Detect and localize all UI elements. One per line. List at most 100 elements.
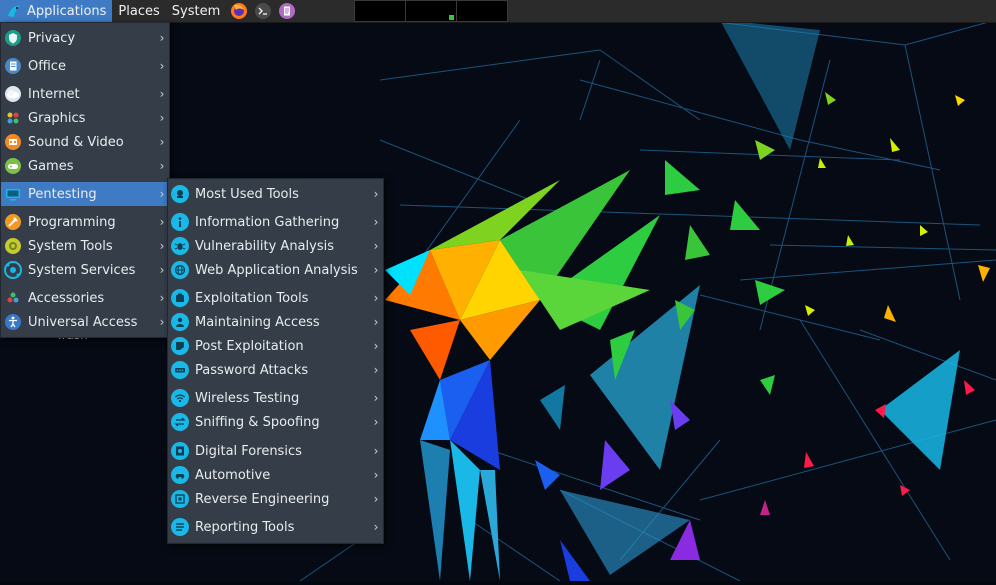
pentesting-icon (4, 185, 22, 203)
chevron-right-icon: › (373, 263, 379, 277)
workspace-1[interactable] (354, 0, 406, 22)
chevron-right-icon: › (159, 111, 165, 125)
submenu-item-label: Reverse Engineering (195, 491, 330, 507)
submenu-item-exploitation-tools[interactable]: Exploitation Tools › (168, 286, 383, 310)
chevron-right-icon: › (159, 59, 165, 73)
universal-access-icon (4, 313, 22, 331)
pentesting-submenu: Most Used Tools › Information Gathering … (167, 178, 384, 544)
chevron-right-icon: › (373, 215, 379, 229)
submenu-item-automotive[interactable]: Automotive › (168, 463, 383, 487)
menu-item-internet[interactable]: Internet › (1, 82, 169, 106)
chevron-right-icon: › (373, 339, 379, 353)
menu-item-sound-video[interactable]: Sound & Video › (1, 130, 169, 154)
submenu-item-label: Maintaining Access (195, 314, 320, 330)
chevron-right-icon: › (373, 468, 379, 482)
submenu-item-vulnerability-analysis[interactable]: Vulnerability Analysis › (168, 234, 383, 258)
applications-menu[interactable]: Applications (0, 0, 113, 22)
menu-item-programming[interactable]: Programming › (1, 210, 169, 234)
menu-item-label: System Services (28, 262, 136, 278)
menu-item-label: System Tools (28, 238, 113, 254)
places-menu[interactable]: Places (112, 0, 165, 22)
submenu-item-label: Vulnerability Analysis (195, 238, 334, 254)
submenu-item-label: Most Used Tools (195, 186, 299, 202)
submenu-item-information-gathering[interactable]: Information Gathering › (168, 210, 383, 234)
chevron-right-icon: › (373, 492, 379, 506)
sound-video-icon (4, 133, 22, 151)
submenu-item-label: Exploitation Tools (195, 290, 309, 306)
maintaining-access-icon (171, 313, 189, 331)
wireless-testing-icon (171, 389, 189, 407)
text-editor-icon (279, 3, 296, 19)
chevron-right-icon: › (159, 159, 165, 173)
graphics-icon (4, 109, 22, 127)
menu-item-system-tools[interactable]: System Tools › (1, 234, 169, 258)
parrot-logo-icon (8, 5, 20, 17)
firefox-launcher[interactable] (228, 0, 250, 22)
most-used-tools-icon (171, 185, 189, 203)
workspace-2[interactable] (405, 0, 457, 22)
submenu-item-reverse-engineering[interactable]: Reverse Engineering › (168, 487, 383, 511)
chevron-right-icon: › (373, 415, 379, 429)
submenu-item-password-attacks[interactable]: Password Attacks › (168, 358, 383, 382)
reporting-tools-icon (171, 518, 189, 536)
chevron-right-icon: › (373, 520, 379, 534)
internet-icon (4, 85, 22, 103)
menu-item-graphics[interactable]: Graphics › (1, 106, 169, 130)
system-tools-icon (4, 237, 22, 255)
submenu-item-most-used-tools[interactable]: Most Used Tools › (168, 182, 383, 206)
programming-icon (4, 213, 22, 231)
menu-item-pentesting[interactable]: Pentesting › (1, 182, 169, 206)
firefox-icon (231, 3, 248, 19)
submenu-item-wireless-testing[interactable]: Wireless Testing › (168, 386, 383, 410)
menu-item-privacy[interactable]: Privacy › (1, 26, 169, 50)
submenu-item-label: Web Application Analysis (195, 262, 358, 278)
menu-item-label: Privacy (28, 30, 76, 46)
chevron-right-icon: › (373, 187, 379, 201)
submenu-item-label: Wireless Testing (195, 390, 300, 406)
menu-item-label: Accessories (28, 290, 105, 306)
submenu-item-maintaining-access[interactable]: Maintaining Access › (168, 310, 383, 334)
chevron-right-icon: › (373, 444, 379, 458)
chevron-right-icon: › (373, 291, 379, 305)
submenu-item-sniffing-spoofing[interactable]: Sniffing & Spoofing › (168, 410, 383, 434)
games-icon (4, 157, 22, 175)
system-menu[interactable]: System (166, 0, 226, 22)
menu-item-system-services[interactable]: System Services › (1, 258, 169, 282)
post-exploitation-icon (171, 337, 189, 355)
menu-item-games[interactable]: Games › (1, 154, 169, 178)
menu-item-label: Internet (28, 86, 80, 102)
menu-item-universal-access[interactable]: Universal Access › (1, 310, 169, 334)
password-attacks-icon (171, 361, 189, 379)
chevron-right-icon: › (159, 31, 165, 45)
terminal-launcher[interactable] (252, 0, 274, 22)
vulnerability-analysis-icon (171, 237, 189, 255)
chevron-right-icon: › (159, 87, 165, 101)
chevron-right-icon: › (159, 135, 165, 149)
top-panel: Applications Places System (0, 0, 996, 23)
menu-item-accessories[interactable]: Accessories › (1, 286, 169, 310)
automotive-icon (171, 466, 189, 484)
text-editor-launcher[interactable] (276, 0, 298, 22)
submenu-item-post-exploitation[interactable]: Post Exploitation › (168, 334, 383, 358)
digital-forensics-icon (171, 442, 189, 460)
chevron-right-icon: › (373, 315, 379, 329)
chevron-right-icon: › (373, 391, 379, 405)
menu-item-label: Pentesting (28, 186, 97, 202)
submenu-item-label: Digital Forensics (195, 443, 302, 459)
submenu-item-web-application-analysis[interactable]: Web Application Analysis › (168, 258, 383, 282)
submenu-item-label: Reporting Tools (195, 519, 295, 535)
menu-item-label: Universal Access (28, 314, 138, 330)
chevron-right-icon: › (373, 363, 379, 377)
information-gathering-icon (171, 213, 189, 231)
sniffing-spoofing-icon (171, 413, 189, 431)
menu-item-label: Games (28, 158, 74, 174)
office-icon (4, 57, 22, 75)
menu-item-office[interactable]: Office › (1, 54, 169, 78)
menu-item-label: Programming (28, 214, 116, 230)
submenu-item-digital-forensics[interactable]: Digital Forensics › (168, 439, 383, 463)
accessories-icon (4, 289, 22, 307)
workspace-3[interactable] (456, 0, 508, 22)
applications-dropdown: Privacy › Office › Internet › Graphics ›… (0, 22, 170, 338)
submenu-item-reporting-tools[interactable]: Reporting Tools › (168, 515, 383, 539)
reverse-engineering-icon (171, 490, 189, 508)
